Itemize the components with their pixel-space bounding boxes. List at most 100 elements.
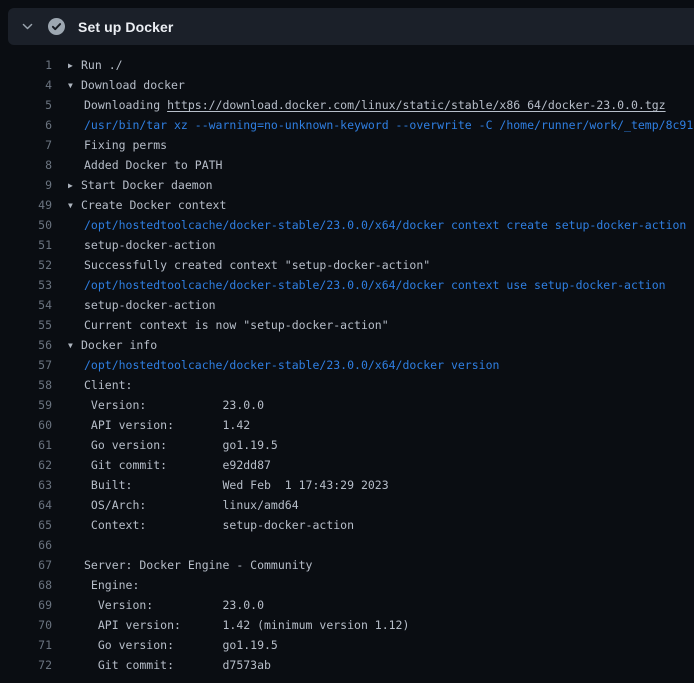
line-number[interactable]: 69 [0,595,52,615]
line-number[interactable]: 8 [0,155,52,175]
log-line: 5 Downloading https://download.docker.com… [0,95,694,115]
log-group-toggle[interactable]: ▶Start Docker daemon [68,175,213,195]
line-number[interactable]: 62 [0,455,52,475]
log-line: 63 Built: Wed Feb 1 17:43:29 2023 [0,475,694,495]
group-collapsed-icon: ▶ [68,56,81,76]
line-number[interactable]: 72 [0,655,52,675]
log-group-toggle[interactable]: ▼Download docker [68,75,185,95]
log-group-toggle[interactable]: ▼Docker info [68,335,157,355]
line-number[interactable]: 6 [0,115,52,135]
line-number[interactable]: 59 [0,395,52,415]
log-line: 6/usr/bin/tar xz --warning=no-unknown-ke… [0,115,694,135]
log-line: 49 ▼Create Docker context [0,195,694,215]
log-text: Current context is now "setup-docker-act… [68,315,389,335]
log-line: 64 OS/Arch: linux/amd64 [0,495,694,515]
log-text-prefix: Downloading [84,98,167,112]
line-number[interactable]: 49 [0,195,52,215]
group-title: Download docker [81,78,185,92]
line-number[interactable]: 64 [0,495,52,515]
log-text: Successfully created context "setup-dock… [68,255,430,275]
log-text: Version: 23.0.0 [68,595,264,615]
line-number[interactable]: 68 [0,575,52,595]
line-number[interactable]: 7 [0,135,52,155]
line-number[interactable]: 4 [0,75,52,95]
log-group-toggle[interactable]: ▼Create Docker context [68,195,226,215]
log-line: 8 Added Docker to PATH [0,155,694,175]
log-line: 69 Version: 23.0.0 [0,595,694,615]
chevron-down-icon[interactable] [21,20,34,33]
log-text: Added Docker to PATH [68,155,222,175]
line-number[interactable]: 65 [0,515,52,535]
log-text: Client: [68,375,132,395]
group-expanded-icon: ▼ [68,76,81,96]
log-command: /opt/hostedtoolcache/docker-stable/23.0.… [68,215,686,235]
line-number[interactable]: 56 [0,335,52,355]
log-line: 62 Git commit: e92dd87 [0,455,694,475]
line-number[interactable]: 60 [0,415,52,435]
log-line: 65 Context: setup-docker-action [0,515,694,535]
log-line: 58 Client: [0,375,694,395]
log-text: Git commit: d7573ab [68,655,271,675]
log-line: 54 setup-docker-action [0,295,694,315]
log-line: 52 Successfully created context "setup-do… [0,255,694,275]
log-line: 56 ▼Docker info [0,335,694,355]
log-line: 57/opt/hostedtoolcache/docker-stable/23.… [0,355,694,375]
log-line: 9 ▶Start Docker daemon [0,175,694,195]
line-number[interactable]: 66 [0,535,52,555]
line-number[interactable]: 52 [0,255,52,275]
log-text: Context: setup-docker-action [68,515,354,535]
log-line: 68 Engine: [0,575,694,595]
group-title: Create Docker context [81,198,226,212]
line-number[interactable]: 58 [0,375,52,395]
log-url-link[interactable]: https://download.docker.com/linux/static… [167,98,666,112]
log-text: Go version: go1.19.5 [68,635,278,655]
log-container: 1▶Run ./4▼Download docker5Downloading ht… [0,45,694,675]
group-expanded-icon: ▼ [68,196,81,216]
line-number[interactable]: 50 [0,215,52,235]
log-line: 61 Go version: go1.19.5 [0,435,694,455]
group-title: Start Docker daemon [81,178,213,192]
line-number[interactable]: 67 [0,555,52,575]
log-text: Version: 23.0.0 [68,395,264,415]
log-line: 51 setup-docker-action [0,235,694,255]
line-number[interactable]: 9 [0,175,52,195]
log-line: 71 Go version: go1.19.5 [0,635,694,655]
log-line: 59 Version: 23.0.0 [0,395,694,415]
log-group-toggle[interactable]: ▶Run ./ [68,55,123,75]
log-line: 72 Git commit: d7573ab [0,655,694,675]
log-line: 50/opt/hostedtoolcache/docker-stable/23.… [0,215,694,235]
log-line: 70 API version: 1.42 (minimum version 1.… [0,615,694,635]
line-number[interactable]: 51 [0,235,52,255]
log-line: 1 ▶Run ./ [0,55,694,75]
line-number[interactable]: 1 [0,55,52,75]
log-line: 55 Current context is now "setup-docker-a… [0,315,694,335]
step-header[interactable]: Set up Docker [8,8,694,45]
log-line: 53/opt/hostedtoolcache/docker-stable/23.… [0,275,694,295]
log-command: /opt/hostedtoolcache/docker-stable/23.0.… [68,275,666,295]
line-number[interactable]: 63 [0,475,52,495]
group-title: Run ./ [81,58,123,72]
log-line: 60 API version: 1.42 [0,415,694,435]
log-text: Downloading https://download.docker.com/… [68,95,666,115]
group-expanded-icon: ▼ [68,336,81,356]
line-number[interactable]: 61 [0,435,52,455]
log-text: Fixing perms [68,135,167,155]
log-text: Engine: [68,575,139,595]
log-text: API version: 1.42 [68,415,250,435]
log-command: /usr/bin/tar xz --warning=no-unknown-key… [68,115,693,135]
line-number[interactable]: 57 [0,355,52,375]
line-number[interactable]: 53 [0,275,52,295]
log-text: Go version: go1.19.5 [68,435,278,455]
line-number[interactable]: 55 [0,315,52,335]
line-number[interactable]: 54 [0,295,52,315]
log-text: Git commit: e92dd87 [68,455,271,475]
line-number[interactable]: 71 [0,635,52,655]
log-text: setup-docker-action [68,295,216,315]
log-line: 4 ▼Download docker [0,75,694,95]
log-line: 7 Fixing perms [0,135,694,155]
log-text: API version: 1.42 (minimum version 1.12) [68,615,409,635]
line-number[interactable]: 5 [0,95,52,115]
line-number[interactable]: 70 [0,615,52,635]
log-text: setup-docker-action [68,235,216,255]
log-text: Server: Docker Engine - Community [68,555,312,575]
